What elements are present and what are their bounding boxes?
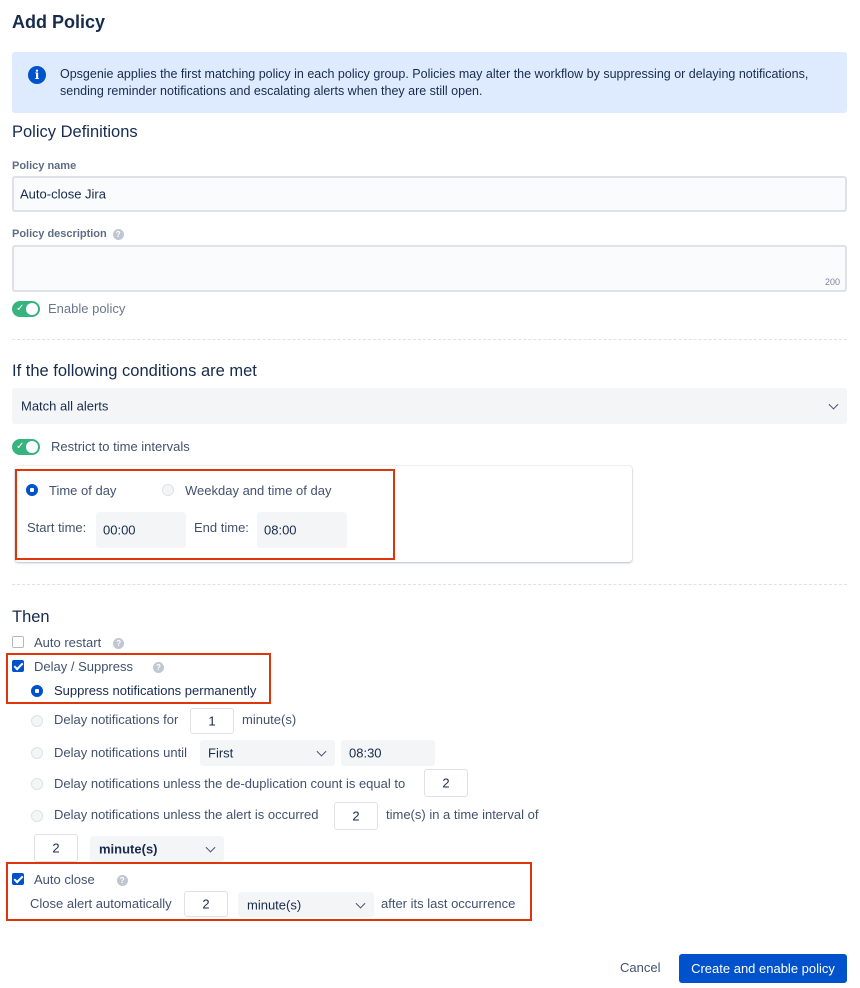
chevron-down-icon [355, 898, 366, 909]
weekday-time-label: Weekday and time of day [185, 483, 332, 498]
interval-value: 2 [52, 840, 60, 856]
end-time-input[interactable]: 08:00 [257, 512, 347, 548]
close-value-input[interactable]: 2 [184, 891, 228, 917]
policy-name-input[interactable]: Auto-close Jira [12, 176, 847, 212]
auto-restart-text: Auto restart [34, 635, 102, 650]
enable-policy-label: Enable policy [48, 301, 126, 316]
occurred-label: Delay notifications unless the alert is … [54, 807, 319, 822]
chevron-down-icon [205, 842, 216, 853]
then-heading: Then [12, 608, 50, 626]
help-icon[interactable]: ? [116, 875, 128, 887]
end-time-label: End time: [194, 520, 249, 535]
close-suffix: after its last occurrence [381, 896, 516, 911]
delay-for-input[interactable]: 1 [190, 708, 234, 734]
auto-restart-checkbox[interactable] [12, 636, 24, 648]
policy-description-textarea[interactable]: 200 [12, 245, 847, 292]
weekday-time-radio[interactable] [162, 484, 174, 496]
restrict-time-label: Restrict to time intervals [51, 439, 190, 454]
interval-input[interactable]: 2 [34, 834, 78, 862]
close-unit-select[interactable]: minute(s) [238, 892, 374, 917]
info-text: Opsgenie applies the first matching poli… [60, 67, 809, 98]
delay-until-radio[interactable] [31, 747, 43, 759]
delay-until-time-value: 08:30 [349, 745, 382, 761]
help-icon[interactable]: ? [112, 228, 124, 240]
delay-suppress-text: Delay / Suppress [34, 659, 133, 674]
restrict-time-toggle[interactable]: ✓ [12, 439, 40, 455]
suppress-permanently-label: Suppress notifications permanently [54, 683, 257, 698]
delay-until-select-value: First [208, 745, 234, 761]
delay-for-label: Delay notifications for [54, 712, 179, 727]
divider [12, 339, 847, 340]
match-condition-value: Match all alerts [21, 398, 109, 414]
conditions-heading: If the following conditions are met [12, 362, 257, 380]
policy-definitions-heading: Policy Definitions [12, 123, 138, 141]
occurred-input[interactable]: 2 [334, 802, 378, 830]
interval-unit-select[interactable]: minute(s) [90, 836, 224, 862]
info-banner: i Opsgenie applies the first matching po… [12, 52, 847, 113]
occurred-radio[interactable] [31, 810, 43, 822]
check-icon: ✓ [16, 441, 25, 452]
cancel-button[interactable]: Cancel [620, 960, 660, 975]
close-value: 2 [202, 896, 210, 912]
delay-for-value: 1 [208, 713, 216, 729]
policy-description-label: Policy description? [12, 228, 124, 240]
divider [12, 584, 847, 585]
interval-unit-value: minute(s) [99, 841, 158, 857]
delay-suppress-checkbox[interactable] [12, 660, 24, 672]
delay-until-label: Delay notifications until [54, 745, 187, 760]
chevron-down-icon [316, 746, 327, 757]
auto-restart-label: Auto restart? [34, 635, 125, 650]
enable-policy-toggle[interactable]: ✓ [12, 301, 40, 317]
start-time-label: Start time: [27, 520, 87, 535]
suppress-permanently-radio[interactable] [31, 685, 43, 697]
check-icon: ✓ [16, 303, 25, 314]
auto-close-text: Auto close [34, 872, 95, 887]
close-prefix: Close alert automatically [30, 896, 172, 911]
delay-for-unit: minute(s) [242, 712, 297, 727]
start-time-value: 00:00 [103, 522, 136, 538]
start-time-input[interactable]: 00:00 [96, 512, 186, 548]
time-of-day-label: Time of day [49, 483, 117, 498]
create-enable-policy-button[interactable]: Create and enable policy [679, 954, 847, 983]
delay-suppress-label: Delay / Suppress? [34, 659, 164, 674]
dedup-value: 2 [442, 775, 450, 791]
dedup-radio[interactable] [31, 778, 43, 790]
close-unit-value: minute(s) [247, 897, 302, 912]
page-title: Add Policy [12, 12, 106, 32]
delay-until-select[interactable]: First [200, 740, 335, 766]
policy-description-label-text: Policy description [12, 228, 107, 240]
chevron-down-icon [828, 399, 839, 410]
char-counter: 200 [824, 277, 840, 287]
occurred-suffix: time(s) in a time interval of [386, 807, 539, 822]
info-icon: i [28, 66, 46, 84]
delay-until-time-input[interactable]: 08:30 [341, 740, 435, 766]
time-of-day-radio[interactable] [26, 484, 38, 496]
dedup-label: Delay notifications unless the de-duplic… [54, 776, 406, 791]
help-icon[interactable]: ? [153, 662, 164, 674]
policy-name-value: Auto-close Jira [20, 186, 106, 202]
auto-close-label: Auto close? [34, 872, 128, 887]
match-condition-select[interactable]: Match all alerts [12, 388, 847, 424]
dedup-input[interactable]: 2 [424, 769, 468, 797]
end-time-value: 08:00 [264, 522, 297, 538]
occurred-value: 2 [352, 808, 360, 824]
delay-for-radio[interactable] [31, 715, 43, 727]
help-icon[interactable]: ? [113, 638, 125, 650]
auto-close-checkbox[interactable] [12, 873, 24, 885]
policy-name-label: Policy name [12, 160, 77, 172]
